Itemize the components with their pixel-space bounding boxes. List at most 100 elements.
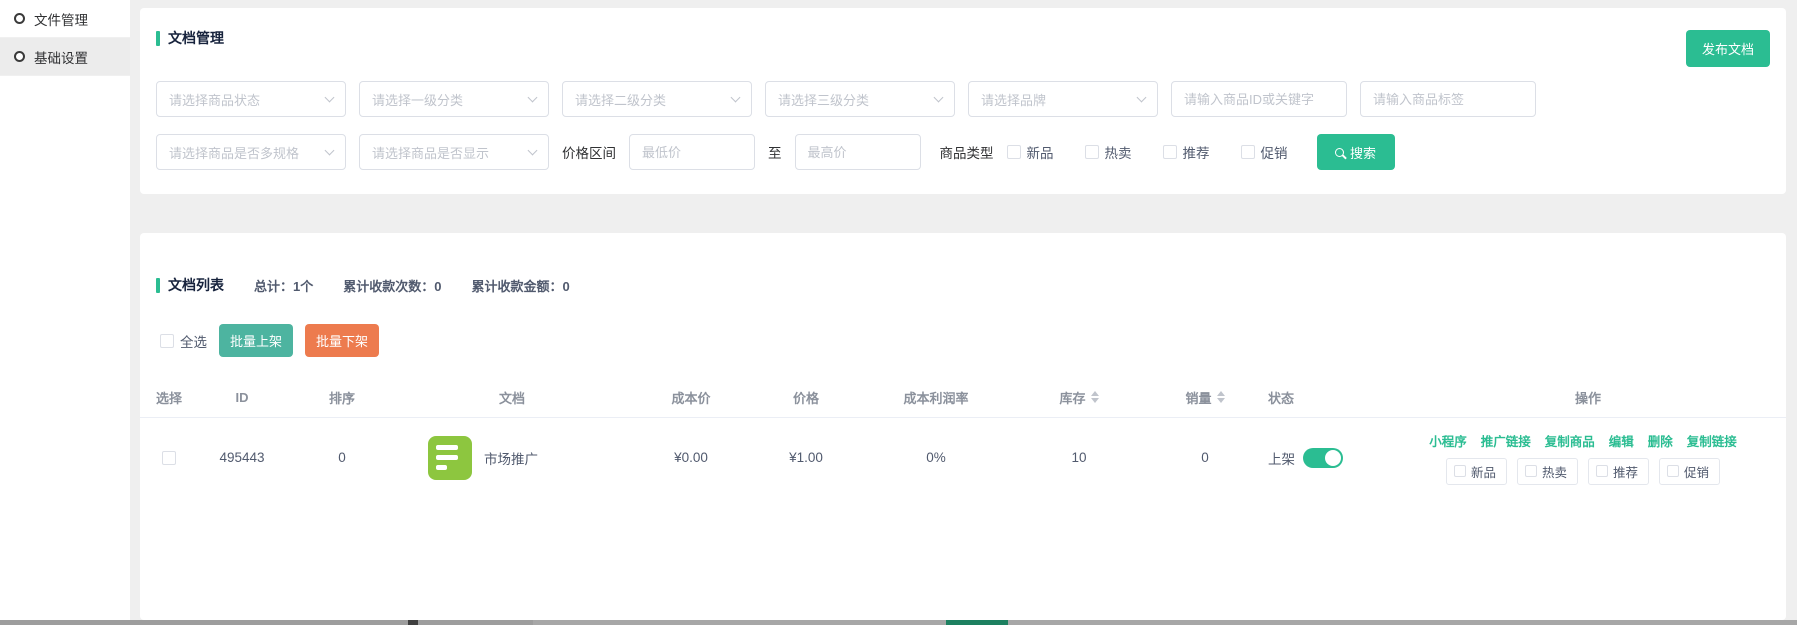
- type-checkbox-promo[interactable]: 促销: [1241, 142, 1288, 162]
- search-button[interactable]: 搜索: [1317, 134, 1395, 170]
- select-placeholder: 请选择品牌: [981, 90, 1046, 109]
- product-id-keyword-field-wrap: [1171, 81, 1347, 117]
- row-status-label: 上架: [1268, 448, 1295, 468]
- chevron-down-icon: [731, 92, 741, 102]
- header-stock-sortable[interactable]: 库存: [1016, 388, 1142, 407]
- category-level1-select[interactable]: 请选择一级分类: [359, 81, 549, 117]
- sort-arrows-icon[interactable]: [1091, 391, 1099, 403]
- row-stock: 10: [1016, 450, 1142, 465]
- select-placeholder: 请选择商品状态: [169, 90, 260, 109]
- product-status-select[interactable]: 请选择商品状态: [156, 81, 346, 117]
- batch-off-shelf-button[interactable]: 批量下架: [305, 324, 379, 357]
- chevron-down-icon: [934, 92, 944, 102]
- max-price-input[interactable]: [808, 145, 908, 160]
- scrollbar-dark-segment: [408, 620, 418, 625]
- scrollbar-track: [533, 620, 1797, 625]
- multi-spec-select[interactable]: 请选择商品是否多规格: [156, 134, 346, 170]
- checkbox-icon: [1241, 145, 1255, 159]
- header-price: 价格: [756, 388, 856, 407]
- publish-doc-button[interactable]: 发布文档: [1686, 30, 1770, 67]
- sidebar-item-label: 基础设置: [34, 47, 88, 67]
- search-button-label: 搜索: [1350, 143, 1376, 162]
- checkbox-label: 促销: [1261, 142, 1288, 162]
- pay-amount-stat: 累计收款金额：0: [471, 276, 569, 295]
- edit-link[interactable]: 编辑: [1609, 431, 1634, 450]
- title-accent-bar: [156, 278, 160, 293]
- circle-icon: [14, 51, 25, 62]
- min-price-input[interactable]: [642, 145, 742, 160]
- status-toggle[interactable]: [1303, 448, 1343, 468]
- sort-arrows-icon[interactable]: [1217, 391, 1225, 403]
- filters-row-2: 请选择商品是否多规格 请选择商品是否显示 价格区间 至 商品类型 新品 热卖 推…: [140, 117, 1786, 170]
- checkbox-icon: [1163, 145, 1177, 159]
- tag-checkbox-promo[interactable]: 促销: [1659, 458, 1720, 485]
- horizontal-scrollbar[interactable]: [0, 620, 1797, 625]
- tag-checkbox-recommend[interactable]: 推荐: [1588, 458, 1649, 485]
- doc-list-title: 文档列表: [156, 275, 224, 295]
- document-thumbnail-icon: [428, 436, 472, 480]
- table-header-row: 选择 ID 排序 文档 成本价 价格 成本利润率 库存 销量 状态 操作: [140, 377, 1786, 417]
- sidebar-item-file-management[interactable]: 文件管理: [0, 0, 130, 38]
- checkbox-icon: [1454, 465, 1466, 477]
- search-icon: [1335, 148, 1344, 157]
- tag-checkbox-new[interactable]: 新品: [1446, 458, 1507, 485]
- row-id: 495443: [198, 450, 286, 465]
- header-sales-label: 销量: [1185, 388, 1211, 407]
- select-placeholder: 请选择商品是否显示: [372, 143, 489, 162]
- header-sales-sortable[interactable]: 销量: [1142, 388, 1268, 407]
- category-level2-select[interactable]: 请选择二级分类: [562, 81, 752, 117]
- promo-link-link[interactable]: 推广链接: [1481, 431, 1531, 450]
- batch-on-shelf-button[interactable]: 批量上架: [219, 324, 293, 357]
- header-doc: 文档: [398, 388, 626, 407]
- doc-manage-title: 文档管理: [156, 28, 224, 48]
- sidebar-item-basic-settings[interactable]: 基础设置: [0, 38, 130, 76]
- header-sort: 排序: [286, 388, 398, 407]
- row-action-links: 小程序 推广链接 复制商品 编辑 删除 复制链接: [1429, 431, 1737, 450]
- checkbox-label: 推荐: [1183, 142, 1210, 162]
- header-cost-price: 成本价: [626, 388, 756, 407]
- row-select-checkbox[interactable]: [162, 451, 176, 465]
- header-cost-profit-rate: 成本利润率: [856, 388, 1016, 407]
- doc-manage-panel: 文档管理 发布文档 请选择商品状态 请选择一级分类 请选择二级分类 请选择三级分…: [140, 8, 1786, 194]
- product-visible-select[interactable]: 请选择商品是否显示: [359, 134, 549, 170]
- select-placeholder: 请选择二级分类: [575, 90, 666, 109]
- select-placeholder: 请选择一级分类: [372, 90, 463, 109]
- checkbox-icon: [1667, 465, 1679, 477]
- tag-checkbox-hot[interactable]: 热卖: [1517, 458, 1578, 485]
- product-id-keyword-input[interactable]: [1184, 92, 1334, 107]
- category-level3-select[interactable]: 请选择三级分类: [765, 81, 955, 117]
- row-sort: 0: [286, 450, 398, 465]
- doc-list-panel: 文档列表 总计：1个 累计收款次数：0 累计收款金额：0 全选 批量上架 批量下…: [140, 233, 1786, 620]
- chevron-down-icon: [528, 145, 538, 155]
- tag-label: 促销: [1684, 462, 1709, 481]
- title-accent-bar: [156, 31, 160, 46]
- tag-label: 新品: [1471, 462, 1496, 481]
- pay-count-stat: 累计收款次数：0: [343, 276, 441, 295]
- checkbox-icon: [1596, 465, 1608, 477]
- copy-product-link[interactable]: 复制商品: [1545, 431, 1595, 450]
- header-select: 选择: [140, 388, 198, 407]
- row-cost-price: ¥0.00: [626, 450, 756, 465]
- checkbox-icon: [160, 334, 174, 348]
- brand-select[interactable]: 请选择品牌: [968, 81, 1158, 117]
- row-tag-checkboxes: 新品 热卖 推荐 促销: [1446, 458, 1720, 485]
- chevron-down-icon: [528, 92, 538, 102]
- row-sales: 0: [1142, 450, 1268, 465]
- scrollbar-green-segment: [946, 620, 1008, 625]
- product-tag-field-wrap: [1360, 81, 1536, 117]
- sidebar-item-label: 文件管理: [34, 9, 88, 29]
- row-doc-name: 市场推广: [484, 448, 538, 468]
- copy-url-link[interactable]: 复制链接: [1687, 431, 1737, 450]
- header-id: ID: [198, 390, 286, 405]
- type-checkbox-recommend[interactable]: 推荐: [1163, 142, 1210, 162]
- mini-program-link[interactable]: 小程序: [1429, 431, 1467, 450]
- type-checkbox-new[interactable]: 新品: [1007, 142, 1054, 162]
- checkbox-label: 热卖: [1105, 142, 1132, 162]
- select-all-checkbox[interactable]: 全选: [160, 331, 207, 351]
- circle-icon: [14, 13, 25, 24]
- type-checkbox-hot[interactable]: 热卖: [1085, 142, 1132, 162]
- delete-link[interactable]: 删除: [1648, 431, 1673, 450]
- chevron-down-icon: [1137, 92, 1147, 102]
- select-all-label: 全选: [180, 331, 207, 351]
- product-tag-input[interactable]: [1373, 92, 1523, 107]
